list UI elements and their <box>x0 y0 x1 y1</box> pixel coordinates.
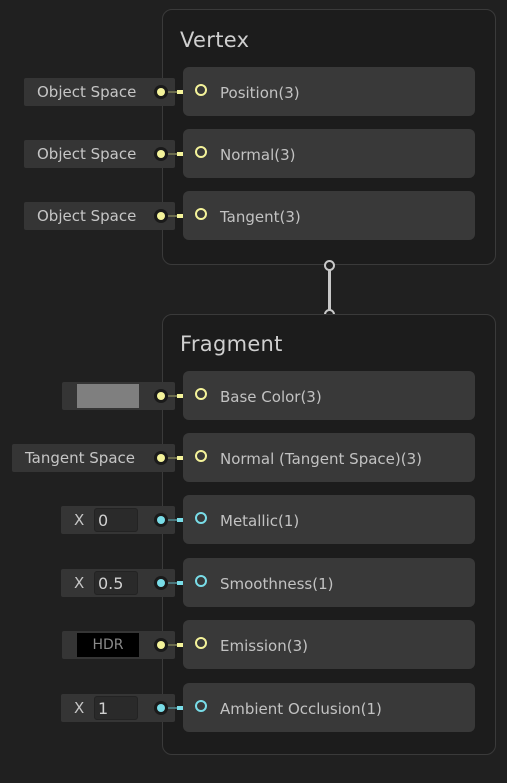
emission-hdr-swatch[interactable]: HDR <box>77 633 139 657</box>
block-base-color-label: Base Color(3) <box>220 388 322 406</box>
block-position[interactable]: Position(3) <box>183 67 475 116</box>
ambient-occlusion-field[interactable]: X 1 <box>61 694 175 722</box>
metallic-input[interactable]: 0 <box>94 508 138 532</box>
metallic-port-icon[interactable] <box>195 512 207 524</box>
emission-input-port-icon <box>154 638 168 652</box>
normal-port-icon[interactable] <box>195 146 207 158</box>
block-metallic[interactable]: Metallic(1) <box>183 495 475 544</box>
base-color-swatch[interactable] <box>77 384 139 408</box>
emission-field[interactable]: HDR <box>62 631 175 659</box>
emission-port-icon[interactable] <box>195 637 207 649</box>
base-color-port-icon[interactable] <box>195 388 207 400</box>
metallic-value: 0 <box>98 511 109 530</box>
ao-input[interactable]: 1 <box>94 696 138 720</box>
normal-ts-space-dropdown[interactable]: Tangent Space <box>12 444 175 472</box>
block-emission-label: Emission(3) <box>220 637 308 655</box>
block-normal-label: Normal(3) <box>220 146 296 164</box>
normal-ts-port-icon[interactable] <box>195 450 207 462</box>
smoothness-port-icon[interactable] <box>195 575 207 587</box>
block-metallic-label: Metallic(1) <box>220 512 300 530</box>
block-normal-tangent-space[interactable]: Normal (Tangent Space)(3) <box>183 433 475 482</box>
tangent-port-icon[interactable] <box>195 208 207 220</box>
metallic-axis-label: X <box>74 511 85 529</box>
position-input-port-icon <box>154 85 168 99</box>
position-port-icon[interactable] <box>195 84 207 96</box>
block-base-color[interactable]: Base Color(3) <box>183 371 475 420</box>
normal-input-port-icon <box>154 147 168 161</box>
tangent-space-value: Object Space <box>37 207 137 225</box>
block-ao-label: Ambient Occlusion(1) <box>220 700 382 718</box>
vertex-context-title: Vertex <box>180 28 250 52</box>
block-normal-ts-label: Normal (Tangent Space)(3) <box>220 450 422 468</box>
normal-ts-space-value: Tangent Space <box>25 449 135 467</box>
base-color-field[interactable] <box>62 382 175 410</box>
flow-connection-edge[interactable] <box>328 270 331 310</box>
metallic-field[interactable]: X 0 <box>61 506 175 534</box>
tangent-input-port-icon <box>154 209 168 223</box>
normal-space-value: Object Space <box>37 145 137 163</box>
normal-ts-input-port-icon <box>154 451 168 465</box>
base-color-input-port-icon <box>154 389 168 403</box>
normal-space-dropdown[interactable]: Object Space <box>24 140 175 168</box>
smoothness-axis-label: X <box>74 574 85 592</box>
smoothness-value: 0.5 <box>98 574 124 593</box>
block-ambient-occlusion[interactable]: Ambient Occlusion(1) <box>183 683 475 732</box>
ao-input-port-icon <box>154 701 168 715</box>
tangent-space-dropdown[interactable]: Object Space <box>24 202 175 230</box>
smoothness-input[interactable]: 0.5 <box>94 571 138 595</box>
smoothness-input-port-icon <box>154 576 168 590</box>
block-tangent-label: Tangent(3) <box>220 208 301 226</box>
fragment-context-title: Fragment <box>180 332 283 356</box>
block-emission[interactable]: Emission(3) <box>183 620 475 669</box>
ao-value: 1 <box>98 699 109 718</box>
position-space-dropdown[interactable]: Object Space <box>24 78 175 106</box>
block-smoothness-label: Smoothness(1) <box>220 575 334 593</box>
block-position-label: Position(3) <box>220 84 300 102</box>
smoothness-field[interactable]: X 0.5 <box>61 569 175 597</box>
block-smoothness[interactable]: Smoothness(1) <box>183 558 475 607</box>
ao-axis-label: X <box>74 699 85 717</box>
position-space-value: Object Space <box>37 83 137 101</box>
ao-port-icon[interactable] <box>195 700 207 712</box>
metallic-input-port-icon <box>154 513 168 527</box>
block-normal[interactable]: Normal(3) <box>183 129 475 178</box>
block-tangent[interactable]: Tangent(3) <box>183 191 475 240</box>
